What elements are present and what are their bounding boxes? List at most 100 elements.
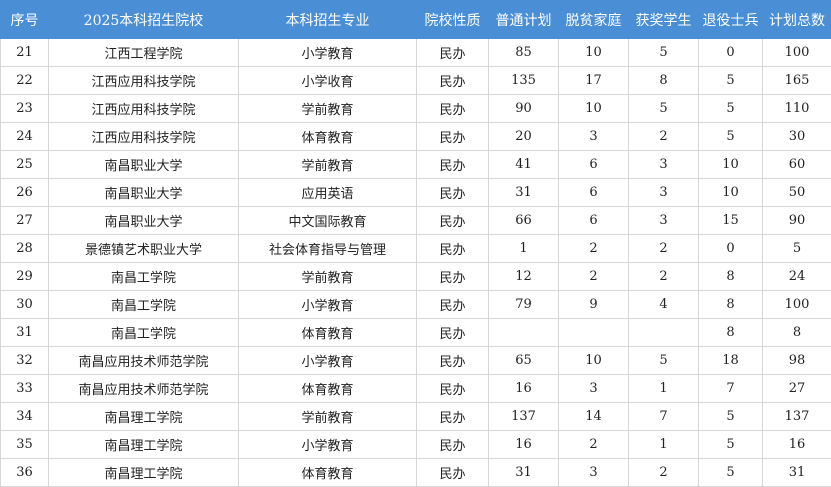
- cell-poverty-family: 6: [559, 207, 629, 235]
- cell-index: 34: [1, 403, 49, 431]
- cell-award-student: 2: [629, 263, 699, 291]
- cell-total-plan: 60: [763, 151, 831, 179]
- table-row: 28景德镇艺术职业大学社会体育指导与管理民办12205: [1, 235, 831, 263]
- cell-general-plan: 79: [489, 291, 559, 319]
- cell-poverty-family: 3: [559, 123, 629, 151]
- cell-poverty-family: 9: [559, 291, 629, 319]
- cell-school-type: 民办: [417, 375, 489, 403]
- cell-school-type: 民办: [417, 179, 489, 207]
- cell-veteran: 8: [699, 319, 763, 347]
- cell-school-type: 民办: [417, 319, 489, 347]
- cell-poverty-family: 3: [559, 459, 629, 487]
- table-row: 22江西应用科技学院小学收育民办1351785165: [1, 67, 831, 95]
- header-row: 序号 2025本科招生院校 本科招生专业 院校性质 普通计划 脱贫家庭 获奖学生…: [1, 1, 831, 39]
- table-row: 21江西工程学院小学教育民办851050100: [1, 39, 831, 67]
- cell-poverty-family: [559, 319, 629, 347]
- cell-veteran: 0: [699, 39, 763, 67]
- cell-index: 32: [1, 347, 49, 375]
- table-row: 32南昌应用技术师范学院小学教育民办651051898: [1, 347, 831, 375]
- cell-total-plan: 137: [763, 403, 831, 431]
- cell-award-student: 3: [629, 151, 699, 179]
- cell-total-plan: 100: [763, 291, 831, 319]
- header-major: 本科招生专业: [239, 1, 417, 39]
- cell-index: 27: [1, 207, 49, 235]
- cell-major: 小学教育: [239, 291, 417, 319]
- table-row: 36南昌理工学院体育教育民办3132531: [1, 459, 831, 487]
- cell-major: 体育教育: [239, 375, 417, 403]
- cell-general-plan: [489, 319, 559, 347]
- cell-index: 29: [1, 263, 49, 291]
- cell-index: 35: [1, 431, 49, 459]
- cell-school: 南昌理工学院: [49, 431, 239, 459]
- cell-index: 30: [1, 291, 49, 319]
- cell-award-student: 5: [629, 39, 699, 67]
- cell-school-type: 民办: [417, 263, 489, 291]
- cell-poverty-family: 2: [559, 235, 629, 263]
- cell-school-type: 民办: [417, 207, 489, 235]
- cell-school: 江西工程学院: [49, 39, 239, 67]
- cell-total-plan: 165: [763, 67, 831, 95]
- cell-major: 中文国际教育: [239, 207, 417, 235]
- cell-veteran: 0: [699, 235, 763, 263]
- cell-school-type: 民办: [417, 39, 489, 67]
- cell-school: 南昌应用技术师范学院: [49, 347, 239, 375]
- cell-major: 学前教育: [239, 263, 417, 291]
- cell-general-plan: 66: [489, 207, 559, 235]
- cell-total-plan: 27: [763, 375, 831, 403]
- cell-poverty-family: 2: [559, 431, 629, 459]
- cell-index: 21: [1, 39, 49, 67]
- cell-general-plan: 85: [489, 39, 559, 67]
- cell-award-student: 8: [629, 67, 699, 95]
- cell-index: 36: [1, 459, 49, 487]
- table-row: 30南昌工学院小学教育民办79948100: [1, 291, 831, 319]
- table-row: 25南昌职业大学学前教育民办41631060: [1, 151, 831, 179]
- cell-award-student: 2: [629, 123, 699, 151]
- cell-award-student: 1: [629, 375, 699, 403]
- cell-total-plan: 5: [763, 235, 831, 263]
- cell-award-student: [629, 319, 699, 347]
- header-veteran: 退役士兵: [699, 1, 763, 39]
- cell-index: 26: [1, 179, 49, 207]
- cell-general-plan: 31: [489, 459, 559, 487]
- cell-school-type: 民办: [417, 459, 489, 487]
- table-row: 24江西应用科技学院体育教育民办2032530: [1, 123, 831, 151]
- cell-index: 23: [1, 95, 49, 123]
- cell-index: 31: [1, 319, 49, 347]
- cell-school: 江西应用科技学院: [49, 123, 239, 151]
- cell-veteran: 10: [699, 151, 763, 179]
- table-row: 35南昌理工学院小学教育民办1621516: [1, 431, 831, 459]
- header-school: 2025本科招生院校: [49, 1, 239, 39]
- cell-award-student: 5: [629, 95, 699, 123]
- cell-award-student: 2: [629, 235, 699, 263]
- cell-school: 南昌职业大学: [49, 179, 239, 207]
- cell-veteran: 15: [699, 207, 763, 235]
- cell-veteran: 8: [699, 291, 763, 319]
- cell-veteran: 10: [699, 179, 763, 207]
- cell-veteran: 8: [699, 263, 763, 291]
- cell-school: 南昌工学院: [49, 291, 239, 319]
- cell-veteran: 7: [699, 375, 763, 403]
- cell-total-plan: 24: [763, 263, 831, 291]
- cell-school: 南昌工学院: [49, 319, 239, 347]
- cell-poverty-family: 10: [559, 95, 629, 123]
- cell-school-type: 民办: [417, 403, 489, 431]
- cell-general-plan: 65: [489, 347, 559, 375]
- cell-major: 体育教育: [239, 319, 417, 347]
- cell-award-student: 1: [629, 431, 699, 459]
- header-total-plan: 计划总数: [763, 1, 831, 39]
- cell-school: 南昌职业大学: [49, 151, 239, 179]
- table-row: 33南昌应用技术师范学院体育教育民办1631727: [1, 375, 831, 403]
- cell-general-plan: 16: [489, 375, 559, 403]
- cell-total-plan: 110: [763, 95, 831, 123]
- cell-veteran: 5: [699, 67, 763, 95]
- cell-total-plan: 50: [763, 179, 831, 207]
- cell-poverty-family: 3: [559, 375, 629, 403]
- cell-veteran: 5: [699, 459, 763, 487]
- cell-award-student: 4: [629, 291, 699, 319]
- cell-school: 南昌工学院: [49, 263, 239, 291]
- cell-school-type: 民办: [417, 291, 489, 319]
- cell-major: 体育教育: [239, 123, 417, 151]
- cell-major: 体育教育: [239, 459, 417, 487]
- cell-index: 24: [1, 123, 49, 151]
- header-poverty-family: 脱贫家庭: [559, 1, 629, 39]
